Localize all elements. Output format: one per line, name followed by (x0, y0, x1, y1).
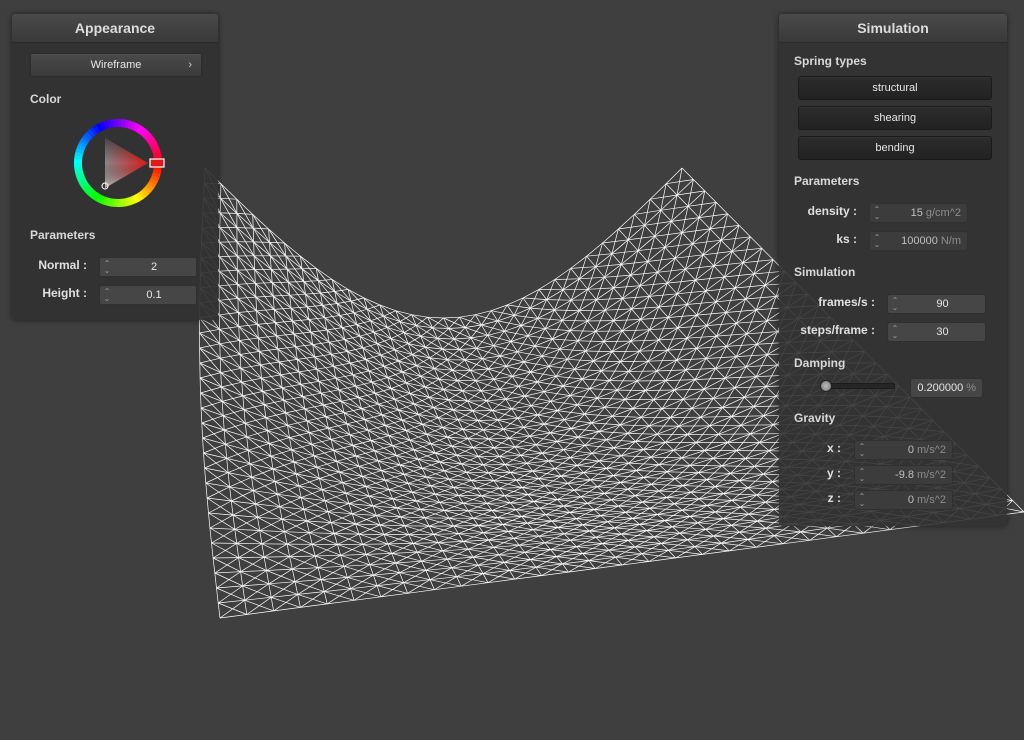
frames-per-second-input[interactable]: ⌃ ⌄ 90 (887, 294, 986, 314)
appearance-panel: Appearance Wireframe › Color Parameters … (12, 14, 218, 320)
density-label: density : (807, 204, 857, 218)
spinner-icon[interactable]: ⌃ ⌄ (103, 260, 111, 275)
ks-input[interactable]: ⌃ ⌄ 100000 N/m (869, 231, 968, 251)
hue-selector-handle[interactable] (149, 158, 165, 168)
simulation-panel: Simulation Spring types structural shear… (779, 14, 1007, 526)
spinner-icon[interactable]: ⌃ ⌄ (858, 468, 866, 483)
spinner-icon[interactable]: ⌃ ⌄ (891, 297, 899, 312)
appearance-parameters-label: Parameters (30, 228, 96, 242)
frames-per-second-label: frames/s : (818, 295, 875, 309)
damping-value-field[interactable]: 0.200000% (910, 378, 983, 398)
gravity-x-label: x : (826, 441, 841, 455)
structural-toggle-button[interactable]: structural (798, 76, 992, 100)
render-mode-label: Wireframe (90, 59, 142, 71)
color-label: Color (30, 92, 62, 106)
shearing-toggle-button[interactable]: shearing (798, 106, 992, 130)
gravity-z-input[interactable]: ⌃ ⌄ 0 m/s^2 (854, 490, 953, 510)
height-label: Height : (42, 286, 87, 300)
chevron-right-icon: › (188, 59, 192, 71)
density-input[interactable]: ⌃ ⌄ 15 g/cm^2 (869, 203, 968, 223)
steps-per-frame-input[interactable]: ⌃ ⌄ 30 (887, 322, 986, 342)
damping-slider[interactable] (821, 383, 895, 389)
color-wheel-picker[interactable] (70, 116, 170, 212)
steps-per-frame-label: steps/frame : (800, 323, 875, 337)
spinner-icon[interactable]: ⌃ ⌄ (891, 325, 899, 340)
gravity-x-input[interactable]: ⌃ ⌄ 0 m/s^2 (854, 440, 953, 460)
spinner-icon[interactable]: ⌃ ⌄ (858, 443, 866, 458)
spinner-icon[interactable]: ⌃ ⌄ (858, 493, 866, 508)
spring-types-label: Spring types (794, 54, 867, 68)
gravity-label: Gravity (794, 411, 836, 425)
appearance-title: Appearance (12, 14, 218, 43)
simulation-section-label: Simulation (794, 265, 856, 279)
simulation-parameters-label: Parameters (794, 174, 860, 188)
gravity-y-label: y : (826, 466, 841, 480)
normal-input[interactable]: ⌃ ⌄ 2 (99, 257, 197, 277)
bending-toggle-button[interactable]: bending (798, 136, 992, 160)
render-mode-dropdown[interactable]: Wireframe › (30, 53, 202, 77)
damping-label: Damping (794, 356, 846, 370)
gravity-z-label: z : (827, 491, 841, 505)
height-input[interactable]: ⌃ ⌄ 0.1 (99, 285, 197, 305)
normal-label: Normal : (38, 258, 87, 272)
spinner-icon[interactable]: ⌃ ⌄ (103, 288, 111, 303)
damping-slider-handle[interactable] (820, 380, 832, 392)
ks-label: ks : (836, 232, 857, 246)
gravity-y-input[interactable]: ⌃ ⌄ -9.8 m/s^2 (854, 465, 953, 485)
spinner-icon[interactable]: ⌃ ⌄ (873, 206, 881, 221)
simulation-title: Simulation (779, 14, 1007, 43)
spinner-icon[interactable]: ⌃ ⌄ (873, 234, 881, 249)
